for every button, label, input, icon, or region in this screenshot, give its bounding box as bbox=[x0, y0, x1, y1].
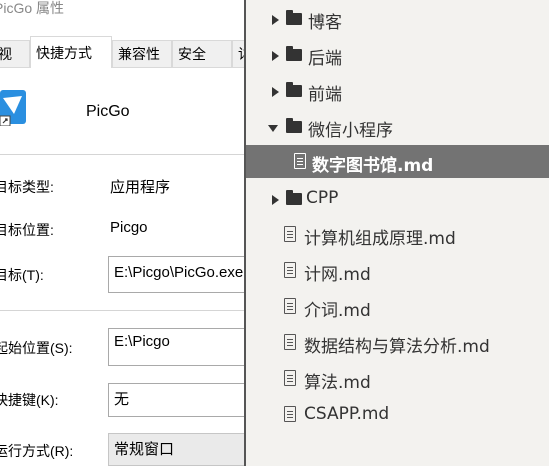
tree-file-digital-library[interactable]: 数字图书馆.md bbox=[246, 145, 549, 178]
tab-shortcut[interactable]: 快捷方式 bbox=[30, 36, 112, 68]
tree-file-computer-network[interactable]: 计网.md bbox=[246, 256, 549, 286]
target-input[interactable]: E:\Picgo\PicGo.exe bbox=[108, 256, 244, 293]
file-icon bbox=[284, 298, 296, 314]
tree-folder-frontend[interactable]: 前端 bbox=[246, 76, 549, 106]
divider bbox=[0, 310, 244, 311]
target-label: 目标(T): bbox=[0, 267, 44, 283]
dialog-title: PicGo 属性 bbox=[0, 0, 65, 16]
tree-item-label: 数字图书馆.md bbox=[312, 156, 434, 176]
tab-view[interactable]: 视 bbox=[0, 40, 30, 67]
run-select[interactable]: 常规窗口 bbox=[108, 433, 244, 466]
folder-icon bbox=[286, 190, 302, 205]
tree-item-label: 后端 bbox=[308, 49, 342, 69]
tree-file-prepositions[interactable]: 介词.md bbox=[246, 292, 549, 322]
app-name: PicGo bbox=[86, 103, 130, 120]
folder-icon bbox=[286, 10, 302, 25]
tab-compatibility[interactable]: 兼容性 bbox=[112, 40, 172, 67]
tree-item-label: 前端 bbox=[308, 85, 342, 105]
tree-file-data-structures[interactable]: 数据结构与算法分析.md bbox=[246, 328, 549, 358]
tree-folder-backend[interactable]: 后端 bbox=[246, 40, 549, 70]
file-icon bbox=[284, 370, 296, 386]
tree-item-label: 介词.md bbox=[304, 301, 371, 321]
shortcut-key-input[interactable]: 无 bbox=[108, 383, 244, 417]
run-label: 运行方式(R): bbox=[0, 443, 74, 459]
tree-item-label: 算法.md bbox=[304, 373, 371, 393]
folder-icon bbox=[286, 46, 302, 61]
folder-icon bbox=[286, 82, 302, 97]
chevron-right-icon[interactable] bbox=[272, 51, 279, 61]
picgo-app-icon bbox=[0, 90, 26, 126]
file-icon bbox=[284, 334, 296, 350]
chevron-right-icon[interactable] bbox=[272, 195, 279, 205]
start-in-input[interactable]: E:\Picgo bbox=[108, 328, 244, 366]
tree-item-label: 微信小程序 bbox=[308, 121, 393, 141]
tree-folder-wechat-miniprogram[interactable]: 微信小程序 bbox=[246, 112, 549, 142]
tree-folder-blog[interactable]: 博客 bbox=[246, 4, 549, 34]
tab-security[interactable]: 安全 bbox=[172, 40, 232, 67]
tree-item-label: 数据结构与算法分析.md bbox=[304, 337, 490, 357]
start-in-label: 起始位置(S): bbox=[0, 340, 73, 356]
divider bbox=[0, 154, 244, 155]
file-icon bbox=[284, 406, 296, 422]
tab-details[interactable]: 详 bbox=[232, 40, 244, 67]
chevron-right-icon[interactable] bbox=[272, 87, 279, 97]
file-icon bbox=[294, 153, 306, 169]
file-icon bbox=[284, 226, 296, 242]
properties-dialog: PicGo 属性 视 快捷方式 兼容性 安全 详 PicGo 目标类型: 应用程… bbox=[0, 0, 244, 466]
tree-item-label: CSAPP.md bbox=[304, 404, 390, 424]
tree-file-computer-organization[interactable]: 计算机组成原理.md bbox=[246, 220, 549, 250]
dialog-titlebar: PicGo 属性 bbox=[0, 0, 244, 24]
target-location-value: Picgo bbox=[110, 219, 148, 236]
target-type-label: 目标类型: bbox=[0, 179, 54, 195]
target-location-label: 目标位置: bbox=[0, 222, 54, 238]
tree-item-label: CPP bbox=[306, 188, 339, 208]
file-icon bbox=[284, 262, 296, 278]
file-tree-sidebar: 博客 后端 前端 微信小程序 数字图书馆.md CPP 计算机组成原理.md 计… bbox=[244, 0, 549, 466]
tree-file-csapp[interactable]: CSAPP.md bbox=[246, 400, 549, 430]
folder-icon bbox=[286, 118, 302, 133]
target-type-value: 应用程序 bbox=[110, 179, 171, 196]
tree-item-label: 计网.md bbox=[304, 265, 371, 285]
tree-folder-cpp[interactable]: CPP bbox=[246, 184, 549, 214]
shortcut-key-label: 快捷键(K): bbox=[0, 392, 59, 408]
tree-file-algorithms[interactable]: 算法.md bbox=[246, 364, 549, 394]
tree-item-label: 计算机组成原理.md bbox=[304, 229, 456, 249]
chevron-down-icon[interactable] bbox=[268, 125, 278, 132]
tree-item-label: 博客 bbox=[308, 13, 342, 33]
chevron-right-icon[interactable] bbox=[272, 15, 279, 25]
